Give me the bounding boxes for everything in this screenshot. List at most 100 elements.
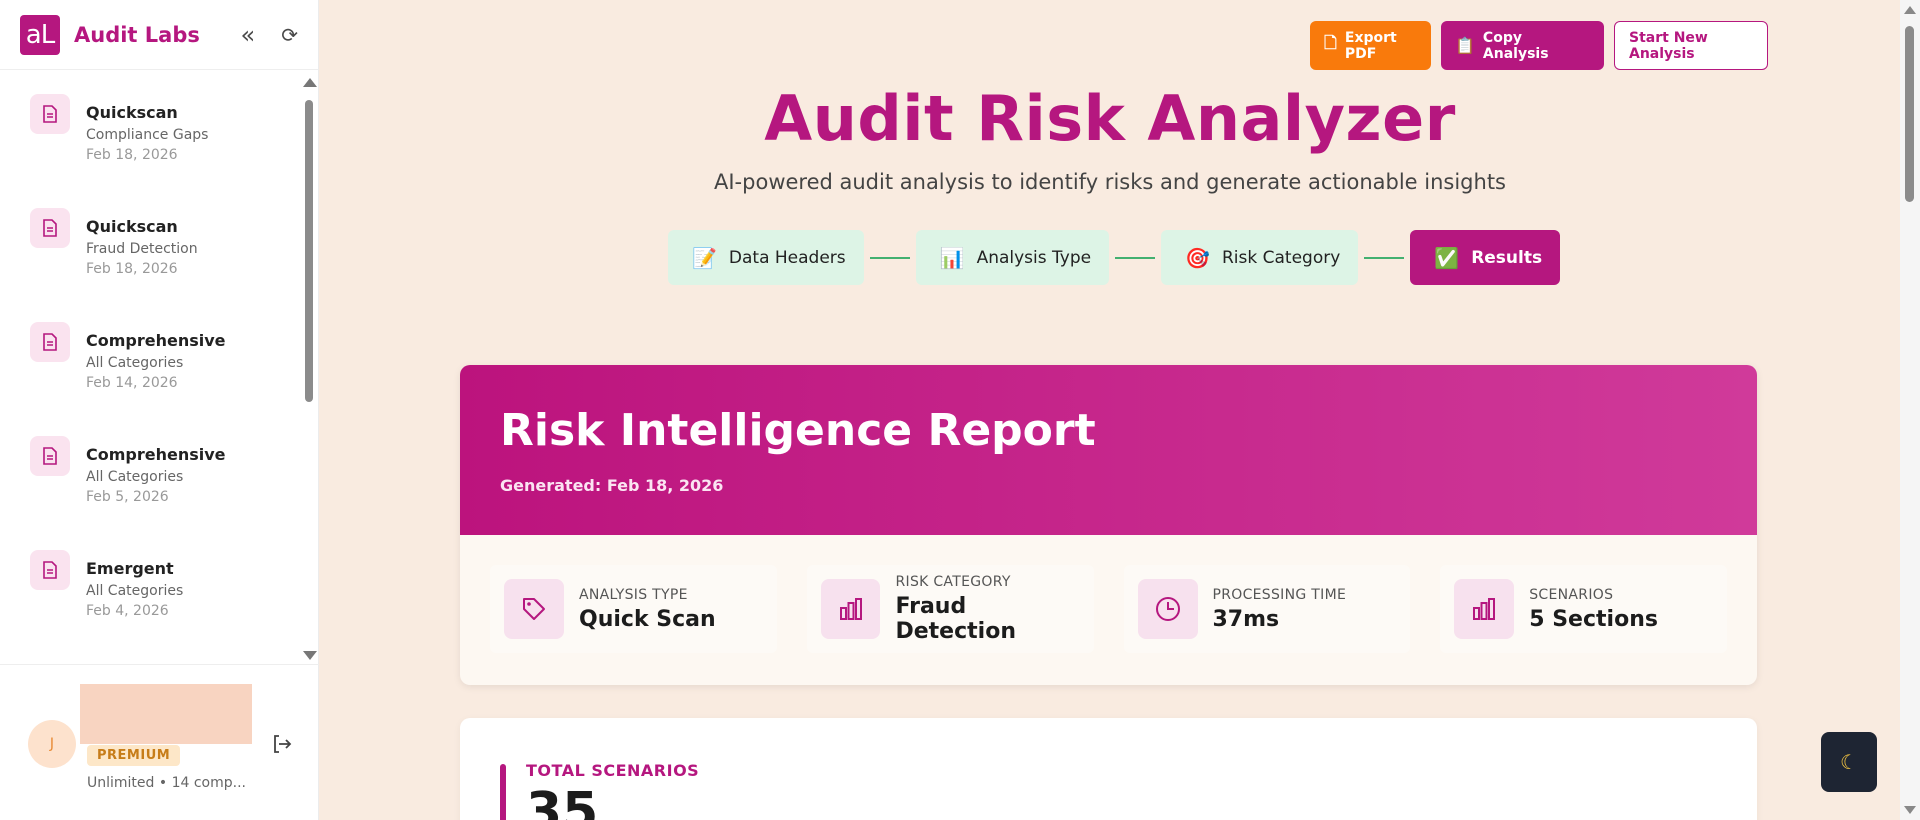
sidebar-scrollbar[interactable] — [302, 74, 317, 664]
copy-analysis-button[interactable]: 📋 Copy Analysis — [1441, 21, 1604, 70]
stat-label: ANALYSIS TYPE — [579, 586, 688, 603]
refresh-icon[interactable]: ⟳ — [281, 25, 298, 45]
history-category: All Categories — [86, 583, 184, 599]
bar-chart-icon — [820, 579, 881, 639]
history-title: Comprehensive — [86, 331, 226, 350]
step-label: Analysis Type — [976, 247, 1092, 268]
step-risk-category[interactable]: 🎯 Risk Category — [1161, 230, 1359, 285]
file-icon: 🗋 — [1324, 33, 1337, 52]
history-date: Feb 18, 2026 — [86, 147, 178, 163]
step-connector — [869, 256, 910, 259]
document-icon — [30, 94, 70, 134]
step-label: Data Headers — [728, 247, 846, 268]
total-scenarios-label: TOTAL SCENARIOS — [526, 761, 700, 780]
step-label: Risk Category — [1221, 247, 1341, 268]
history-category: Fraud Detection — [86, 241, 198, 257]
sidebar-header: aL Audit Labs « ⟳ — [0, 0, 318, 70]
scroll-down-arrow-icon[interactable] — [303, 651, 317, 660]
redacted-username — [80, 684, 252, 744]
start-new-analysis-label: Start New Analysis — [1629, 29, 1708, 62]
main-content: 🗋 Export PDF 📋 Copy Analysis Start New A… — [320, 0, 1900, 820]
stat-processing-time: PROCESSING TIME 37ms — [1123, 565, 1411, 653]
avatar[interactable]: J — [28, 720, 76, 768]
stat-value: 37ms — [1212, 606, 1280, 632]
copy-analysis-label: Copy Analysis — [1482, 29, 1549, 62]
document-icon — [30, 550, 70, 590]
stat-label: PROCESSING TIME — [1212, 586, 1347, 603]
history-date: Feb 18, 2026 — [86, 261, 178, 277]
report-generated-date: Generated: Feb 18, 2026 — [500, 476, 724, 495]
page-subtitle: AI-powered audit analysis to identify ri… — [714, 170, 1506, 194]
stepper: 📝 Data Headers 📊 Analysis Type 🎯 Risk Ca… — [668, 230, 1561, 285]
page-scrollbar[interactable] — [1900, 0, 1920, 820]
scroll-up-arrow-icon[interactable] — [303, 78, 317, 87]
stat-risk-category: RISK CATEGORY Fraud Detection — [806, 565, 1094, 653]
total-scenarios-value: 35 — [526, 782, 599, 820]
stat-value: Quick Scan — [579, 606, 716, 632]
step-connector — [1115, 256, 1156, 259]
check-icon: ✅ — [1434, 245, 1460, 270]
premium-badge: PREMIUM — [87, 745, 181, 766]
document-icon — [30, 322, 70, 362]
step-label: Results — [1471, 247, 1543, 268]
step-analysis-type[interactable]: 📊 Analysis Type — [915, 230, 1110, 285]
report-title: Risk Intelligence Report — [500, 405, 1096, 456]
history-item[interactable]: Comprehensive All Categories Feb 14, 202… — [30, 299, 280, 399]
logout-icon[interactable] — [270, 732, 294, 756]
history-category: Compliance Gaps — [86, 127, 209, 143]
history-item[interactable]: Comprehensive All Categories Feb 5, 2026 — [30, 413, 280, 513]
history-title: Emergent — [86, 559, 174, 578]
step-results[interactable]: ✅ Results — [1410, 230, 1561, 285]
step-connector — [1364, 256, 1405, 259]
tag-icon — [504, 579, 564, 639]
double-chevron-left-icon[interactable]: « — [241, 23, 256, 47]
chart-icon: 📊 — [939, 245, 965, 270]
scroll-down-arrow-icon[interactable] — [1904, 806, 1916, 814]
export-pdf-label: Export PDF — [1344, 29, 1397, 62]
report-stats: ANALYSIS TYPE Quick Scan RISK CATEGORY F… — [460, 535, 1757, 653]
accent-bar — [500, 764, 506, 820]
stat-label: RISK CATEGORY — [895, 574, 1011, 590]
step-data-headers[interactable]: 📝 Data Headers — [668, 230, 864, 285]
sidebar: aL Audit Labs « ⟳ Quickscan Compliance G… — [0, 0, 319, 820]
user-panel: J PREMIUM Unlimited • 14 comp... — [0, 664, 319, 820]
logo: aL — [20, 14, 60, 55]
history-item[interactable]: Quickscan Fraud Detection Feb 18, 2026 — [30, 185, 280, 285]
stat-analysis-type: ANALYSIS TYPE Quick Scan — [490, 565, 777, 653]
memo-icon: 📝 — [692, 245, 717, 270]
start-new-analysis-button[interactable]: Start New Analysis — [1614, 21, 1768, 70]
page-title: Audit Risk Analyzer — [764, 82, 1456, 155]
clipboard-icon: 📋 — [1455, 36, 1475, 55]
bar-chart-icon — [1454, 579, 1515, 639]
history-item[interactable]: Quickscan Compliance Gaps Feb 18, 2026 — [30, 71, 280, 171]
report-card: Risk Intelligence Report Generated: Feb … — [460, 365, 1757, 685]
stat-scenarios: SCENARIOS 5 Sections — [1440, 565, 1727, 653]
history-date: Feb 14, 2026 — [86, 375, 178, 391]
total-scenarios-card: TOTAL SCENARIOS 35 — [460, 718, 1757, 820]
brand-name: Audit Labs — [74, 22, 200, 47]
history-date: Feb 5, 2026 — [86, 489, 169, 505]
moon-icon[interactable]: ☾ — [1821, 732, 1877, 792]
scrollbar-thumb[interactable] — [305, 100, 313, 402]
clock-icon — [1137, 579, 1198, 639]
export-pdf-button[interactable]: 🗋 Export PDF — [1310, 21, 1431, 70]
history-date: Feb 4, 2026 — [86, 603, 169, 619]
document-icon — [30, 208, 70, 248]
history-category: All Categories — [86, 355, 184, 371]
stat-value: 5 Sections — [1529, 606, 1658, 632]
document-icon — [30, 436, 70, 476]
history-item[interactable]: Emergent All Categories Feb 4, 2026 — [30, 527, 280, 627]
history-list: Quickscan Compliance Gaps Feb 18, 2026 Q… — [0, 71, 319, 663]
scrollbar-thumb[interactable] — [1905, 26, 1914, 202]
scroll-up-arrow-icon[interactable] — [1904, 6, 1916, 14]
history-category: All Categories — [86, 469, 184, 485]
history-title: Quickscan — [86, 103, 178, 122]
target-icon: 🎯 — [1185, 245, 1210, 270]
plan-text: Unlimited • 14 comp... — [87, 775, 246, 791]
toolbar: 🗋 Export PDF 📋 Copy Analysis Start New A… — [1310, 21, 1768, 70]
stat-value: Fraud Detection — [895, 594, 1016, 644]
history-title: Comprehensive — [86, 445, 226, 464]
stat-label: SCENARIOS — [1529, 586, 1614, 603]
history-title: Quickscan — [86, 217, 178, 236]
report-header: Risk Intelligence Report Generated: Feb … — [460, 365, 1757, 535]
